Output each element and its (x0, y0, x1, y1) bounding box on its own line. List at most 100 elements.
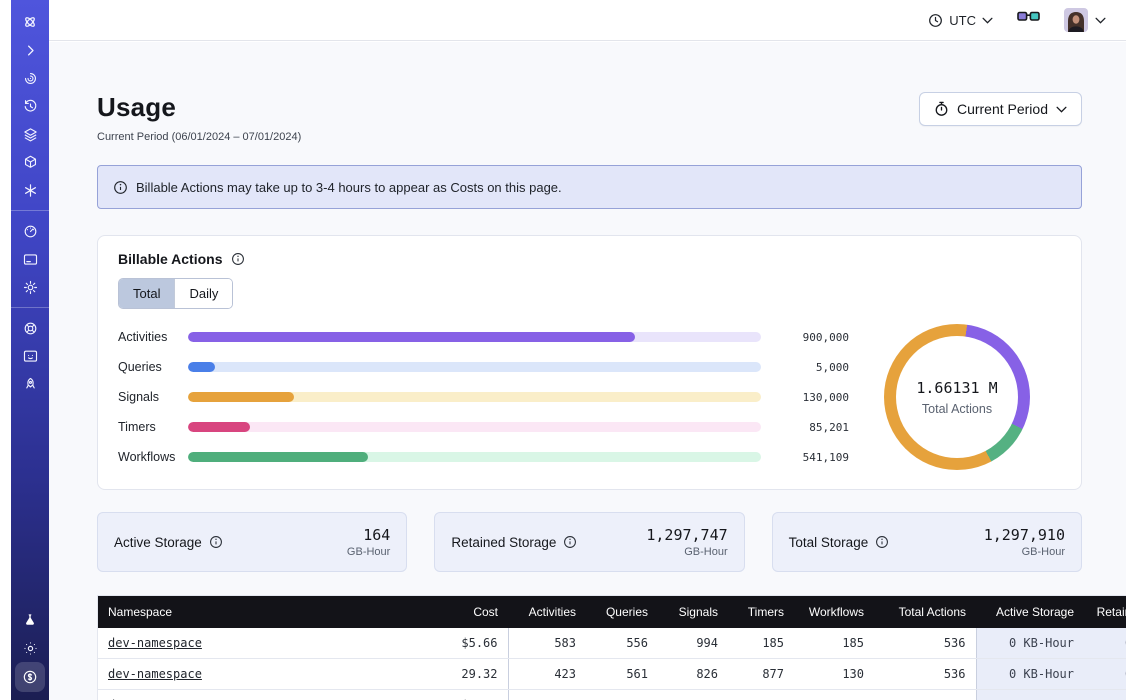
bar-fill (188, 392, 294, 402)
storage-unit: GB-Hour (984, 546, 1065, 558)
cell-timers: 877 (728, 659, 794, 690)
cell-namespace: dev-namespace (98, 690, 409, 700)
cell-activities: 423 (508, 659, 586, 690)
donut-total-value: 1.66131 M (916, 379, 997, 397)
billable-actions-card: Billable Actions Total Daily Activities9… (97, 235, 1082, 490)
expand-chevron-icon[interactable] (11, 36, 49, 64)
col-header-retained-storage: Retained Storage (1084, 596, 1126, 629)
period-selector-button[interactable]: Current Period (919, 92, 1082, 126)
labs-flask-icon[interactable] (11, 606, 49, 634)
bar-label: Queries (118, 360, 188, 374)
storage-label: Total Storage (789, 535, 890, 550)
storage-label: Active Storage (114, 535, 223, 550)
info-icon[interactable] (209, 535, 223, 549)
col-header-active-storage: Active Storage (976, 596, 1084, 629)
namespace-link[interactable]: dev-namespace (108, 667, 202, 681)
storage-unit: GB-Hour (347, 546, 390, 558)
col-header-total-actions: Total Actions (874, 596, 976, 629)
table-row: dev-namespace29.324235618268771305360 KB… (98, 659, 1126, 690)
col-header-cost: Cost (408, 596, 508, 629)
page-title: Usage (97, 92, 301, 123)
info-icon[interactable] (563, 535, 577, 549)
bar-track (188, 332, 761, 342)
total-storage-card: Total Storage 1,297,910GB-Hour (772, 512, 1082, 572)
chevron-down-icon (1095, 17, 1106, 24)
batch-operations-icon[interactable] (11, 120, 49, 148)
table-header-row: NamespaceCostActivitiesQueriesSignalsTim… (98, 596, 1126, 629)
deployments-icon[interactable] (11, 148, 49, 176)
temporal-logo-icon[interactable] (11, 8, 49, 36)
cell-active-storage: 0 KB-Hour (976, 659, 1084, 690)
info-banner: Billable Actions may take up to 3-4 hour… (97, 165, 1082, 209)
active-storage-card: Active Storage 164 GB-Hour (97, 512, 407, 572)
storage-value: 1,297,747 (646, 526, 727, 544)
cell-workflows: 185 (794, 628, 874, 659)
storage-label: Retained Storage (451, 535, 577, 550)
bar-row-activities: Activities900,000 (118, 330, 849, 344)
bar-label: Timers (118, 420, 188, 434)
info-icon[interactable] (231, 252, 245, 266)
account-menu[interactable] (1064, 8, 1106, 32)
bar-fill (188, 422, 250, 432)
bar-value: 5,000 (761, 361, 849, 374)
usage-gauge-icon[interactable] (11, 217, 49, 245)
col-header-workflows: Workflows (794, 596, 874, 629)
bar-value: 900,000 (761, 331, 849, 344)
chevron-down-icon (1056, 106, 1067, 113)
getting-started-rocket-icon[interactable] (11, 370, 49, 398)
feedback-screen-icon[interactable] (11, 342, 49, 370)
cell-timers: 185 (728, 628, 794, 659)
tab-daily[interactable]: Daily (174, 279, 232, 308)
banner-text: Billable Actions may take up to 3-4 hour… (136, 180, 562, 195)
storage-value: 164 (347, 526, 390, 544)
donut-total-label: Total Actions (922, 402, 992, 416)
sidebar-divider (11, 210, 49, 211)
stopwatch-icon (934, 101, 949, 117)
tab-total[interactable]: Total (119, 279, 174, 308)
bar-fill (188, 452, 368, 462)
bar-fill (188, 332, 635, 342)
clock-icon (928, 13, 943, 28)
bar-value: 130,000 (761, 391, 849, 404)
bar-value: 85,201 (761, 421, 849, 434)
period-button-label: Current Period (957, 101, 1048, 117)
bar-track (188, 452, 761, 462)
table-row: dev-namespace$5.665835569941851855360 KB… (98, 628, 1126, 659)
cell-workflows: 600 (794, 690, 874, 700)
info-icon[interactable] (875, 535, 889, 549)
storage-cards: Active Storage 164 GB-Hour Retained Storag… (97, 512, 1082, 572)
theme-sun-icon[interactable] (11, 634, 49, 662)
cell-namespace: dev-namespace (98, 628, 409, 659)
cell-activities: 492 (508, 690, 586, 700)
settings-gear-icon[interactable] (11, 273, 49, 301)
workflows-icon[interactable] (11, 64, 49, 92)
billing-icon[interactable] (11, 245, 49, 273)
billable-bars: Activities900,000 Queries 5,000 Signals 130,… (118, 330, 849, 464)
main-content: Usage Current Period (06/01/2024 – 07/01… (49, 42, 1126, 700)
col-header-signals: Signals (658, 596, 728, 629)
nexus-icon[interactable] (11, 176, 49, 204)
usage-active-item[interactable] (15, 662, 45, 692)
bar-row-queries: Queries 5,000 (118, 360, 849, 374)
info-icon (113, 180, 128, 195)
cell-total-actions: 536 (874, 659, 976, 690)
cell-total-actions: 536 (874, 628, 976, 659)
cell-cost: 29.32 (408, 659, 508, 690)
timezone-label: UTC (949, 13, 976, 28)
col-header-activities: Activities (508, 596, 586, 629)
bar-track (188, 422, 761, 432)
glasses-icon[interactable] (1017, 11, 1040, 29)
schedules-icon[interactable] (11, 92, 49, 120)
sidebar (11, 0, 49, 700)
billable-view-tabs: Total Daily (118, 278, 233, 309)
timezone-selector[interactable]: UTC (928, 13, 993, 28)
namespace-link[interactable]: dev-namespace (108, 636, 202, 650)
support-icon[interactable] (11, 314, 49, 342)
cell-namespace: dev-namespace (98, 659, 409, 690)
bar-label: Signals (118, 390, 188, 404)
total-actions-donut: 1.66131 M Total Actions (853, 323, 1061, 471)
table-row: dev-namespace$3.354925368838166001300 KB… (98, 690, 1126, 700)
bar-row-timers: Timers 85,201 (118, 420, 849, 434)
cell-retained-storage: 0 KB-Hour (1084, 659, 1126, 690)
cell-signals: 826 (658, 659, 728, 690)
